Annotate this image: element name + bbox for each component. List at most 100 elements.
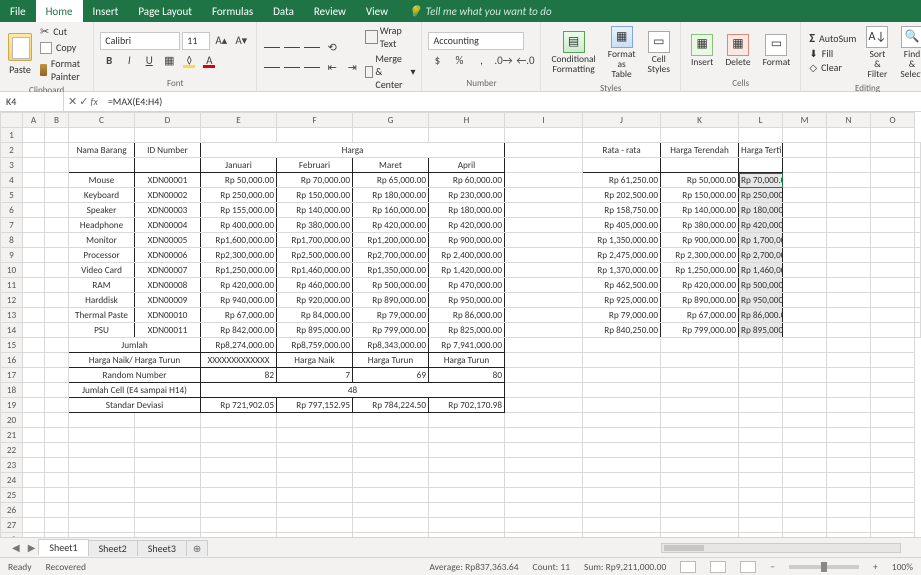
cell[interactable] <box>505 158 583 173</box>
cell[interactable]: Standar Deviasi <box>69 398 201 413</box>
cell[interactable]: Rp 900,000.00 <box>429 233 505 248</box>
page-layout-view-icon[interactable] <box>710 561 726 573</box>
cell[interactable] <box>69 473 135 488</box>
row-header[interactable]: 1 <box>1 128 23 143</box>
cell[interactable] <box>69 158 135 173</box>
cell[interactable] <box>505 143 583 158</box>
cell[interactable] <box>23 413 45 428</box>
cell[interactable]: Rp1,200,000.00 <box>353 233 429 248</box>
cell[interactable] <box>23 248 45 263</box>
col-header[interactable]: O <box>871 113 915 128</box>
paste-button[interactable]: Paste <box>6 31 34 78</box>
row-header[interactable]: 19 <box>1 398 23 413</box>
cell[interactable]: Video Card <box>69 263 135 278</box>
cell[interactable] <box>739 428 783 443</box>
cell[interactable] <box>135 128 201 143</box>
cell[interactable] <box>505 503 583 518</box>
cell[interactable] <box>827 293 871 308</box>
increase-font-icon[interactable]: A▴ <box>212 32 230 50</box>
cell[interactable]: XDN00006 <box>135 248 201 263</box>
cell[interactable] <box>783 338 827 353</box>
cell[interactable] <box>23 173 45 188</box>
cell[interactable]: 7 <box>277 368 353 383</box>
cell[interactable] <box>353 518 429 533</box>
cell[interactable] <box>661 503 739 518</box>
cell[interactable] <box>827 278 871 293</box>
row-header[interactable]: 10 <box>1 263 23 278</box>
cell[interactable] <box>505 338 583 353</box>
currency-icon[interactable]: $ <box>428 52 446 70</box>
sheet-tab-3[interactable]: Sheet3 <box>137 540 187 556</box>
row-header[interactable]: 3 <box>1 158 23 173</box>
wrap-text-button[interactable]: Wrap Text <box>365 24 415 50</box>
cell[interactable]: Rp 70,000.00 <box>277 173 353 188</box>
cell[interactable] <box>429 473 505 488</box>
row-header[interactable]: 12 <box>1 293 23 308</box>
select-all-corner[interactable] <box>1 113 23 128</box>
cell[interactable]: Rp 202,500.00 <box>583 188 661 203</box>
row-header[interactable]: 2 <box>1 143 23 158</box>
cell[interactable] <box>583 128 661 143</box>
tab-data[interactable]: Data <box>263 0 304 22</box>
cell[interactable] <box>827 218 871 233</box>
cell[interactable] <box>353 458 429 473</box>
cell[interactable]: Rp 1,350,000.00 <box>583 233 661 248</box>
cell[interactable] <box>505 203 583 218</box>
cell[interactable] <box>915 308 921 323</box>
cell[interactable] <box>871 398 915 413</box>
cell[interactable]: Rp 420,000.00 <box>353 218 429 233</box>
cell[interactable] <box>23 203 45 218</box>
cell[interactable] <box>69 413 135 428</box>
cell[interactable] <box>739 368 783 383</box>
cell[interactable] <box>45 308 69 323</box>
cell[interactable] <box>429 458 505 473</box>
align-center-icon[interactable] <box>283 59 301 77</box>
cell[interactable]: Rp 950,000.00 <box>739 293 783 308</box>
cell[interactable] <box>739 398 783 413</box>
cell[interactable] <box>827 353 871 368</box>
cell[interactable]: Rp 842,000.00 <box>201 323 277 338</box>
row-header[interactable]: 8 <box>1 233 23 248</box>
cell[interactable] <box>45 293 69 308</box>
cell[interactable] <box>201 473 277 488</box>
cell[interactable]: Rp 420,000.00 <box>739 218 783 233</box>
cell[interactable] <box>871 218 915 233</box>
cell[interactable]: XDN00008 <box>135 278 201 293</box>
cell[interactable]: XDN00009 <box>135 293 201 308</box>
row-header[interactable]: 5 <box>1 188 23 203</box>
cell[interactable]: Rp 799,000.00 <box>661 323 739 338</box>
cell[interactable] <box>135 428 201 443</box>
cell[interactable] <box>783 188 827 203</box>
cell[interactable] <box>505 293 583 308</box>
cell[interactable]: Rp 925,000.00 <box>583 293 661 308</box>
cell[interactable] <box>871 233 915 248</box>
horizontal-scrollbar[interactable] <box>661 543 901 553</box>
cell[interactable] <box>23 503 45 518</box>
sheet-nav-next-icon[interactable]: ▶ <box>24 541 40 554</box>
cell[interactable] <box>661 473 739 488</box>
cell[interactable] <box>783 458 827 473</box>
cell[interactable] <box>871 473 915 488</box>
cell[interactable]: Harga Tertinggi <box>739 143 783 158</box>
cell[interactable] <box>661 353 739 368</box>
cell[interactable]: Rp 1,460,000.00 <box>739 263 783 278</box>
cell[interactable]: Rp 400,000.00 <box>201 218 277 233</box>
cell[interactable]: Maret <box>353 158 429 173</box>
cell[interactable] <box>135 503 201 518</box>
cell[interactable] <box>827 428 871 443</box>
sheet-nav-prev-icon[interactable]: ◀ <box>8 541 24 554</box>
cell[interactable] <box>783 383 827 398</box>
cell[interactable] <box>827 368 871 383</box>
cell[interactable] <box>429 428 505 443</box>
cell[interactable]: Rp 65,000.00 <box>353 173 429 188</box>
cell[interactable] <box>871 323 915 338</box>
cell[interactable] <box>783 443 827 458</box>
cell[interactable]: Rp 470,000.00 <box>429 278 505 293</box>
row-header[interactable]: 22 <box>1 443 23 458</box>
tab-view[interactable]: View <box>356 0 398 22</box>
cell[interactable] <box>661 128 739 143</box>
tab-review[interactable]: Review <box>304 0 356 22</box>
sort-filter-button[interactable]: A↓Sort & Filter <box>862 24 892 82</box>
col-header[interactable]: B <box>45 113 69 128</box>
cell[interactable] <box>827 323 871 338</box>
